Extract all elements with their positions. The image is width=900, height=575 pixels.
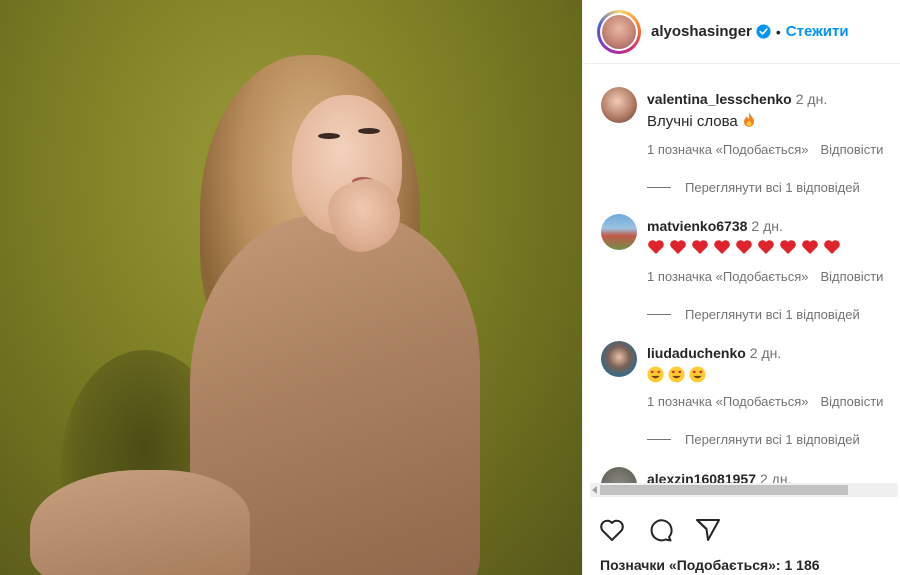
comment-emoji-row <box>647 239 845 257</box>
share-send-icon[interactable] <box>694 516 722 544</box>
comment-text: Влучні слова <box>647 112 756 130</box>
post-photo[interactable] <box>0 0 582 575</box>
replies-line <box>647 187 671 188</box>
photo-sleeve <box>30 470 250 575</box>
comment-username[interactable]: liudaduchenko <box>647 345 746 361</box>
photo-eye-right <box>358 128 380 134</box>
red-heart-icon <box>824 240 840 254</box>
comment-time: 2 дн. <box>795 91 828 107</box>
comments-list[interactable]: valentina_lesschenko 2 дн. Влучні слова 1… <box>583 65 900 483</box>
like-heart-icon[interactable] <box>598 516 626 544</box>
comment-time: 2 дн. <box>759 471 792 483</box>
comment-time: 2 дн. <box>751 218 783 234</box>
red-heart-icon <box>758 240 774 254</box>
header-separator: • <box>775 23 781 40</box>
comment-bubble-icon[interactable] <box>646 516 674 544</box>
fire-icon <box>743 112 754 127</box>
comment-likes[interactable]: 1 позначка «Подобається» <box>647 394 808 409</box>
verified-badge-icon <box>756 24 771 39</box>
comment-header: liudaduchenko 2 дн. <box>647 345 781 361</box>
comment-header: alexzin16081957 2 дн. <box>647 471 791 483</box>
profile-avatar[interactable] <box>597 9 641 54</box>
comment-header: matvienko6738 2 дн. <box>647 218 783 234</box>
comment-body: Влучні слова <box>647 113 738 130</box>
red-heart-icon <box>692 240 708 254</box>
red-heart-icon <box>714 240 730 254</box>
reply-button[interactable]: Відповісти <box>820 394 883 409</box>
view-replies-label: Переглянути всі 1 відповідей <box>685 180 860 195</box>
view-replies-button[interactable]: Переглянути всі 1 відповідей <box>647 180 860 195</box>
comment-username[interactable]: valentina_lesschenko <box>647 91 792 107</box>
view-replies-button[interactable]: Переглянути всі 1 відповідей <box>647 307 860 322</box>
comment-header: valentina_lesschenko 2 дн. <box>647 91 827 107</box>
comment-likes[interactable]: 1 позначка «Подобається» <box>647 269 808 284</box>
reply-button[interactable]: Відповісти <box>820 142 883 157</box>
comments-horizontal-scrollbar[interactable] <box>590 483 898 497</box>
follow-button[interactable]: Стежити <box>786 23 849 40</box>
comment-emoji-row <box>647 366 710 384</box>
comment-meta: 1 позначка «Подобається» Відповісти <box>647 394 895 409</box>
red-heart-icon <box>648 240 664 254</box>
view-replies-button[interactable]: Переглянути всі 1 відповідей <box>647 432 860 447</box>
comment-avatar[interactable] <box>601 87 637 123</box>
comment-avatar[interactable] <box>601 467 637 483</box>
red-heart-icon <box>780 240 796 254</box>
comment-username[interactable]: matvienko6738 <box>647 218 747 234</box>
heart-eyes-icon <box>668 366 685 383</box>
comment-likes[interactable]: 1 позначка «Подобається» <box>647 142 808 157</box>
profile-username[interactable]: alyoshasinger <box>651 23 752 40</box>
reply-button[interactable]: Відповісти <box>820 269 883 284</box>
heart-eyes-icon <box>689 366 706 383</box>
likes-count[interactable]: Позначки «Подобається»: 1 186 <box>600 557 820 573</box>
photo-eye-left <box>318 133 340 139</box>
comment-meta: 1 позначка «Подобається» Відповісти <box>647 269 895 284</box>
red-heart-icon <box>736 240 752 254</box>
red-heart-icon <box>802 240 818 254</box>
post-header: alyoshasinger • Стежити <box>583 0 900 64</box>
red-heart-icon <box>670 240 686 254</box>
view-replies-label: Переглянути всі 1 відповідей <box>685 307 860 322</box>
scrollbar-thumb[interactable] <box>600 485 848 495</box>
comment-avatar[interactable] <box>601 341 637 377</box>
post-actions <box>598 516 722 544</box>
replies-line <box>647 314 671 315</box>
scroll-left-arrow-icon[interactable] <box>592 486 597 494</box>
replies-line <box>647 439 671 440</box>
heart-eyes-icon <box>647 366 664 383</box>
comment-time: 2 дн. <box>749 345 782 361</box>
view-replies-label: Переглянути всі 1 відповідей <box>685 432 860 447</box>
comment-avatar[interactable] <box>601 214 637 250</box>
comment-username[interactable]: alexzin16081957 <box>647 471 756 483</box>
comment-meta: 1 позначка «Подобається» Відповісти <box>647 142 895 157</box>
